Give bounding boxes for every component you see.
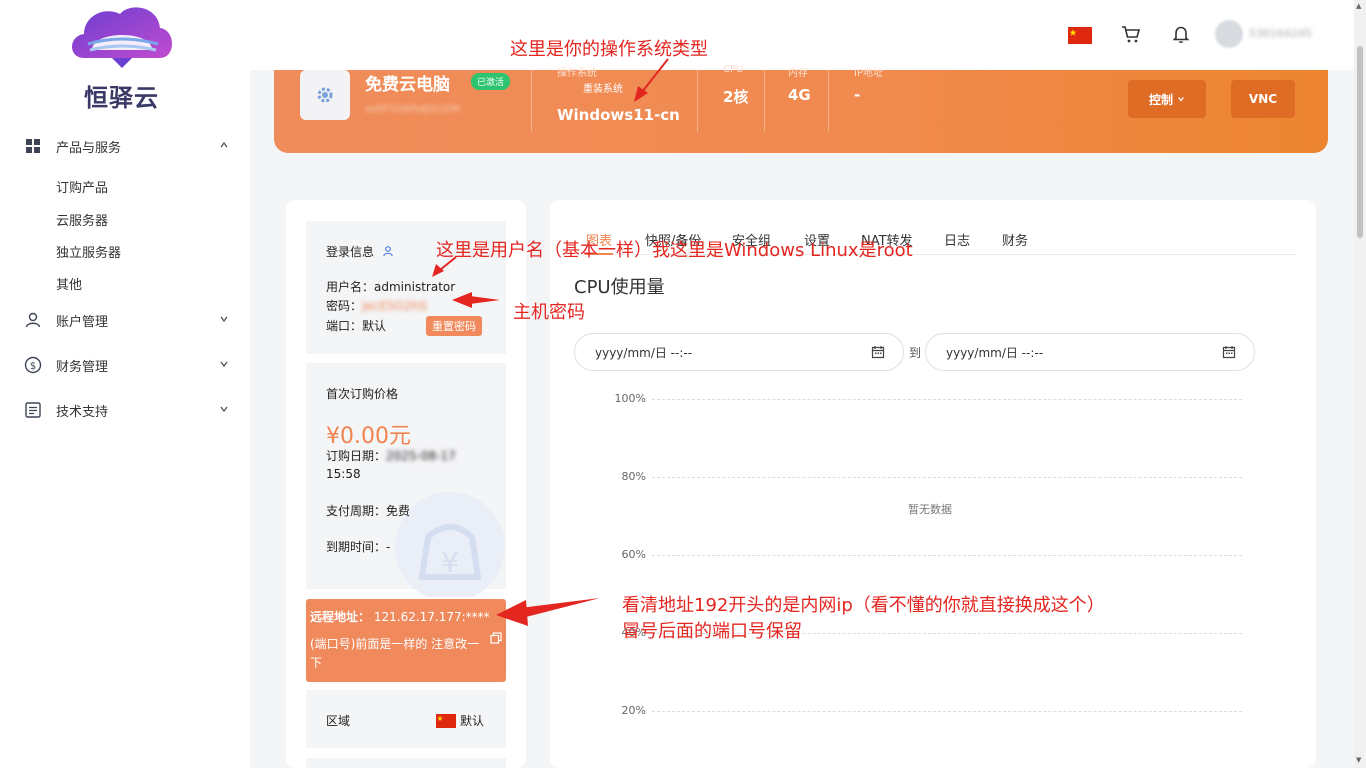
arrow-password: [452, 292, 500, 308]
annotation-arrows: [432, 58, 669, 626]
arrow-address: [496, 598, 600, 626]
arrow-username: [432, 256, 457, 277]
arrow-os: [634, 58, 669, 102]
